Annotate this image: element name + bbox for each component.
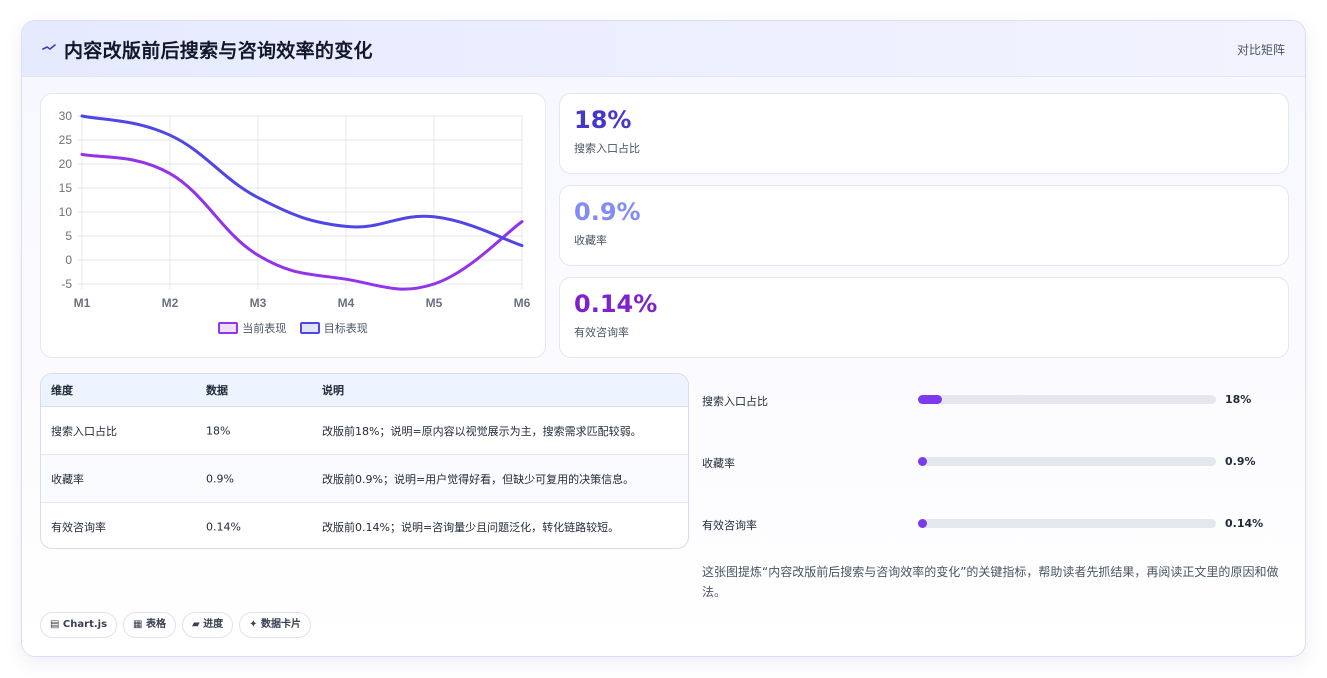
x-tick-label: M1 <box>74 296 91 310</box>
column-header-description: 说明 <box>322 384 344 397</box>
stat-value: 18% <box>574 106 632 134</box>
stat-label: 收藏率 <box>574 234 607 247</box>
progress-label: 有效咨询率 <box>702 519 757 532</box>
table-cell: 0.14% <box>206 520 241 533</box>
y-tick-label: 30 <box>59 109 73 123</box>
metrics-table: 维度 数据 说明 搜索入口占比 18% 改版前18%；说明=原内容以视觉展示为主… <box>40 373 689 549</box>
progress-fill <box>918 395 942 404</box>
view-mode-label[interactable]: 对比矩阵 <box>1237 41 1285 58</box>
y-tick-label: -5 <box>61 277 72 291</box>
legend-swatch-target <box>299 322 320 334</box>
column-header-dimension: 维度 <box>51 384 73 397</box>
table-header: 维度 数据 说明 <box>41 374 688 407</box>
stat-card-inquiry-rate: 0.14% 有效咨询率 <box>559 277 1289 358</box>
x-tick-label: M5 <box>426 296 443 310</box>
table-cell: 收藏率 <box>51 472 84 486</box>
y-tick-label: 15 <box>59 181 73 195</box>
progress-label: 收藏率 <box>702 457 735 470</box>
y-tick-label: 5 <box>65 229 72 243</box>
table-cell: 18% <box>206 424 231 437</box>
progress-row-favorite-rate: 收藏率 0.9% <box>702 453 1302 473</box>
progress-value: 0.14% <box>1225 517 1264 530</box>
table-cell: 有效咨询率 <box>51 520 106 534</box>
dashboard-card: 内容改版前后搜索与咨询效率的变化 对比矩阵 30 25 20 15 10 5 0 -5 M1 M2… <box>21 20 1306 657</box>
progress-value: 18% <box>1225 393 1252 406</box>
series-line-target <box>80 114 524 248</box>
table-row: 有效咨询率 0.14% 改版前0.14%；说明=咨询量少且问题泛化，转化链路较短… <box>41 503 688 548</box>
legend-label-current: 当前表现 <box>242 322 287 335</box>
progress-fill <box>918 457 927 466</box>
x-tick-label: M2 <box>162 296 179 310</box>
chart-legend: 当前表现 目标表现 <box>41 320 545 336</box>
progress-track <box>918 395 1216 404</box>
table-cell: 改版前0.14%；说明=咨询量少且问题泛化，转化链路较短。 <box>322 520 620 534</box>
card-header: 内容改版前后搜索与咨询效率的变化 对比矩阵 <box>22 21 1305 77</box>
legend-swatch-current <box>218 322 239 334</box>
table-cell: 搜索入口占比 <box>51 424 117 438</box>
stat-value: 0.9% <box>574 198 641 226</box>
page-title: 内容改版前后搜索与咨询效率的变化 <box>64 40 373 62</box>
progress-track <box>918 457 1216 466</box>
line-chart-panel: 30 25 20 15 10 5 0 -5 M1 M2 M3 M4 M5 M6 当前表现 目标表现 <box>40 93 546 358</box>
progress-row-search-entry: 搜索入口占比 18% <box>702 391 1302 411</box>
stat-card-favorite-rate: 0.9% 收藏率 <box>559 185 1289 266</box>
x-tick-label: M6 <box>514 296 531 310</box>
table-cell: 0.9% <box>206 472 234 485</box>
legend-item-target[interactable]: 目标表现 <box>299 320 368 336</box>
y-tick-label: 0 <box>65 253 72 267</box>
x-tick-label: M4 <box>338 296 355 310</box>
chip-chartjs[interactable]: ▤ Chart.js <box>40 612 118 638</box>
table-cell: 改版前18%；说明=原内容以视觉展示为主，搜索需求匹配较弱。 <box>322 424 642 438</box>
progress-fill <box>918 519 927 528</box>
chip-progress[interactable]: ▰ 进度 <box>181 612 234 638</box>
stat-card-search-entry: 18% 搜索入口占比 <box>559 93 1289 174</box>
y-tick-label: 20 <box>59 157 73 171</box>
progress-value: 0.9% <box>1225 455 1256 468</box>
progress-track <box>918 519 1216 528</box>
stat-value: 0.14% <box>574 290 658 318</box>
progress-label: 搜索入口占比 <box>702 395 768 408</box>
table-cell: 改版前0.9%；说明=用户觉得好看，但缺少可复用的决策信息。 <box>322 472 635 486</box>
tech-tags: ▤ Chart.js ▦ 表格 ▰ 进度 ✦ 数据卡片 <box>40 612 317 638</box>
column-header-data: 数据 <box>206 384 228 397</box>
progress-row-inquiry-rate: 有效咨询率 0.14% <box>702 515 1302 535</box>
pulse-icon <box>42 44 56 50</box>
stat-label: 有效咨询率 <box>574 326 629 339</box>
y-tick-label: 25 <box>59 133 73 147</box>
table-row: 收藏率 0.9% 改版前0.9%；说明=用户觉得好看，但缺少可复用的决策信息。 <box>41 455 688 503</box>
legend-item-current[interactable]: 当前表现 <box>218 320 286 336</box>
chip-data-card[interactable]: ✦ 数据卡片 <box>239 612 312 638</box>
x-tick-label: M3 <box>250 296 267 310</box>
chip-table[interactable]: ▦ 表格 <box>123 612 176 638</box>
y-tick-label: 10 <box>59 205 73 219</box>
stat-label: 搜索入口占比 <box>574 142 640 155</box>
legend-label-target: 目标表现 <box>323 322 368 335</box>
table-row: 搜索入口占比 18% 改版前18%；说明=原内容以视觉展示为主，搜索需求匹配较弱… <box>41 407 688 455</box>
chart-caption: 这张图提炼“内容改版前后搜索与咨询效率的变化”的关键指标，帮助读者先抓结果，再阅… <box>702 565 1279 599</box>
